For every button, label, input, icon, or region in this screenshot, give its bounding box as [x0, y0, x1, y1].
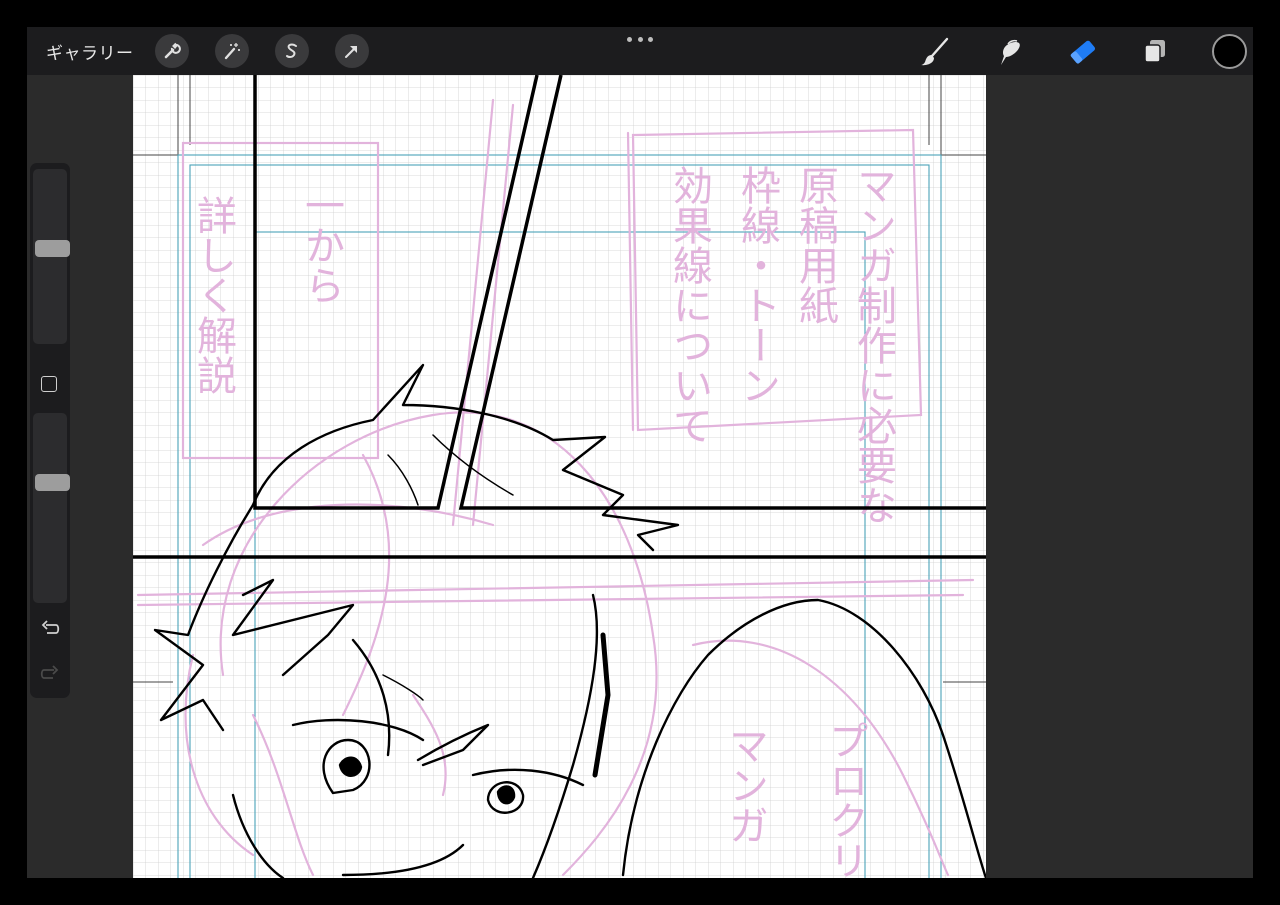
smudge-tool-button[interactable]	[991, 35, 1027, 69]
brush-size-slider-thumb[interactable]	[35, 240, 70, 258]
smudge-finger-icon	[1001, 39, 1020, 65]
procreate-app: ギャラリー 詳しく解説 一から マンガ制作に必要な 原稿用紙 枠線・トーン 効果…	[27, 27, 1253, 878]
opacity-slider[interactable]	[33, 413, 70, 603]
sketch-note-detailed: 詳しく解説	[190, 195, 236, 395]
transform-tool-button[interactable]	[335, 34, 369, 68]
arrow-cursor-icon	[345, 46, 357, 58]
gallery-button[interactable]: ギャラリー	[46, 39, 134, 64]
brush-size-slider[interactable]	[33, 169, 70, 344]
magic-wand-icon	[224, 43, 240, 60]
actions-tool-button[interactable]	[155, 34, 189, 68]
selection-s-icon	[286, 43, 297, 58]
opacity-slider-thumb[interactable]	[35, 473, 70, 491]
sketch-note-procreate: プロクリ	[822, 720, 868, 878]
layers-tool-button[interactable]	[1137, 35, 1173, 69]
layers-icon	[1144, 40, 1165, 63]
eraser-icon	[1070, 40, 1096, 64]
top-toolbar: ギャラリー	[27, 27, 1253, 75]
undo-icon[interactable]	[38, 617, 62, 641]
brush-tool-button[interactable]	[917, 35, 953, 69]
redo-icon	[40, 665, 59, 679]
wrench-icon	[164, 42, 181, 59]
manga-page-artwork: 詳しく解説 一から マンガ制作に必要な 原稿用紙 枠線・トーン 効果線について …	[133, 75, 986, 878]
ellipsis-icon[interactable]	[627, 31, 653, 47]
drawing-canvas[interactable]: 詳しく解説 一から マンガ制作に必要な 原稿用紙 枠線・トーン 効果線について …	[133, 75, 986, 878]
sketch-note-manga-needs: マンガ制作に必要な	[850, 165, 896, 525]
selection-tool-button[interactable]	[275, 34, 309, 68]
sketch-note-from-scratch: 一から	[298, 185, 344, 305]
sketch-note-frame-tone: 枠線・トーン	[734, 165, 780, 405]
eraser-tool-button[interactable]	[1065, 35, 1101, 69]
left-sidebar	[30, 163, 70, 698]
color-picker-button[interactable]	[1212, 34, 1247, 69]
square-icon[interactable]	[41, 376, 57, 392]
adjustments-tool-button[interactable]	[215, 34, 249, 68]
sketch-note-manuscript-paper: 原稿用紙	[792, 165, 838, 325]
sketch-note-manga: マンガ	[722, 725, 768, 845]
brush-icon	[921, 37, 949, 66]
sketch-note-effect-lines: 効果線について	[666, 165, 712, 445]
